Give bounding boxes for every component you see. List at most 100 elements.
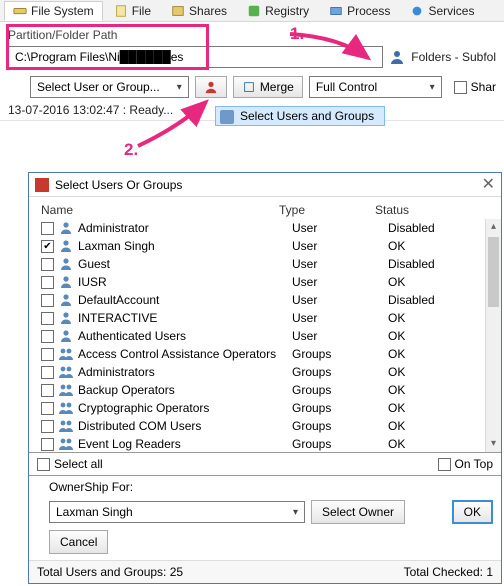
close-button[interactable]: ✕ xyxy=(482,177,495,193)
tab-registry[interactable]: Registry xyxy=(238,1,318,21)
row-checkbox[interactable] xyxy=(41,222,54,235)
list-row[interactable]: AdministratorsGroupsOK xyxy=(41,363,497,381)
list-row[interactable]: GuestUserDisabled xyxy=(41,255,497,273)
row-checkbox[interactable] xyxy=(41,294,54,307)
row-status: Disabled xyxy=(388,221,497,235)
row-type: User xyxy=(292,221,388,235)
row-checkbox[interactable] xyxy=(41,240,54,253)
tab-process[interactable]: Process xyxy=(320,1,399,21)
row-type: User xyxy=(292,311,388,325)
tab-file-system[interactable]: File System xyxy=(4,1,103,21)
share-checkbox[interactable]: Shar xyxy=(454,80,496,94)
total-users-groups: Total Users and Groups: 25 xyxy=(37,565,183,579)
on-top-checkbox[interactable]: On Top xyxy=(438,457,493,471)
share-label: Shar xyxy=(471,80,496,94)
dropdown-select-users-groups[interactable]: Select Users and Groups xyxy=(215,106,385,126)
app-icon xyxy=(35,178,49,192)
list-row[interactable]: Event Log ReadersGroupsOK xyxy=(41,435,497,452)
scroll-down-icon[interactable]: ▾ xyxy=(486,436,501,452)
col-status[interactable]: Status xyxy=(375,203,481,217)
row-status: OK xyxy=(388,311,497,325)
list-row[interactable]: Authenticated UsersUserOK xyxy=(41,327,497,345)
merge-button[interactable]: Merge xyxy=(233,76,303,98)
row-type: User xyxy=(292,293,388,307)
cancel-button[interactable]: Cancel xyxy=(49,530,108,554)
list-row[interactable]: Access Control Assistance OperatorsGroup… xyxy=(41,345,497,363)
vertical-scrollbar[interactable]: ▴ ▾ xyxy=(485,219,501,452)
path-label: Partition/Folder Path xyxy=(8,28,496,42)
row-status: OK xyxy=(388,347,497,361)
group-icon xyxy=(58,365,74,379)
chevron-down-icon: ▾ xyxy=(293,507,298,518)
row-checkbox[interactable] xyxy=(41,384,54,397)
row-status: Disabled xyxy=(388,257,497,271)
row-name: DefaultAccount xyxy=(78,293,292,307)
list-row[interactable]: DefaultAccountUserDisabled xyxy=(41,291,497,309)
ownership-combo[interactable]: Laxman Singh ▾ xyxy=(49,501,305,523)
row-checkbox[interactable] xyxy=(41,348,54,361)
row-checkbox[interactable] xyxy=(41,312,54,325)
row-name: Guest xyxy=(78,257,292,271)
tab-label: File System xyxy=(31,4,94,18)
tab-shares[interactable]: Shares xyxy=(162,1,236,21)
list-row[interactable]: Laxman SinghUserOK xyxy=(41,237,497,255)
dialog-title: Select Users Or Groups xyxy=(55,178,182,192)
group-icon xyxy=(58,401,74,415)
col-name[interactable]: Name xyxy=(41,203,279,217)
row-checkbox[interactable] xyxy=(41,438,54,451)
row-checkbox[interactable] xyxy=(41,366,54,379)
tab-bar: File System File Shares Registry Process… xyxy=(0,0,504,22)
shares-icon xyxy=(171,4,185,18)
user-icon xyxy=(204,80,218,94)
folders-subfolders-button[interactable]: Folders - Subfol xyxy=(411,50,496,64)
row-name: IUSR xyxy=(78,275,292,289)
list-row[interactable]: Backup OperatorsGroupsOK xyxy=(41,381,497,399)
row-status: OK xyxy=(388,329,497,343)
row-name: Administrators xyxy=(78,365,292,379)
ownership-row: OwnerShip For: Laxman Singh ▾ Select Own… xyxy=(29,476,501,560)
select-all-checkbox[interactable]: Select all xyxy=(37,457,103,471)
select-user-group-combo[interactable]: Select User or Group... ▾ xyxy=(30,76,189,98)
row-status: OK xyxy=(388,401,497,415)
select-all-label: Select all xyxy=(54,457,103,471)
scroll-up-icon[interactable]: ▴ xyxy=(486,219,501,235)
user-icon xyxy=(58,239,74,253)
ok-button[interactable]: OK xyxy=(452,500,493,524)
tab-services[interactable]: Services xyxy=(401,1,483,21)
select-owner-button[interactable]: Select Owner xyxy=(311,500,405,524)
row-name: Laxman Singh xyxy=(78,239,292,253)
user-icon xyxy=(58,329,74,343)
user-icon xyxy=(58,221,74,235)
row-checkbox[interactable] xyxy=(41,276,54,289)
tab-label: Shares xyxy=(189,4,227,18)
row-type: Groups xyxy=(292,401,388,415)
gear-icon xyxy=(410,4,424,18)
permission-combo[interactable]: Full Control ▾ xyxy=(309,76,442,98)
row-type: Groups xyxy=(292,437,388,451)
row-checkbox[interactable] xyxy=(41,402,54,415)
list-row[interactable]: IUSRUserOK xyxy=(41,273,497,291)
row-checkbox[interactable] xyxy=(41,330,54,343)
row-checkbox[interactable] xyxy=(41,258,54,271)
col-type[interactable]: Type xyxy=(279,203,375,217)
row-checkbox[interactable] xyxy=(41,420,54,433)
list-row[interactable]: Cryptographic OperatorsGroupsOK xyxy=(41,399,497,417)
list-row[interactable]: AdministratorUserDisabled xyxy=(41,219,497,237)
user-icon xyxy=(58,275,74,289)
row-type: Groups xyxy=(292,383,388,397)
user-icon xyxy=(58,293,74,307)
on-top-label: On Top xyxy=(455,457,493,471)
tab-label: Registry xyxy=(265,4,309,18)
tab-file[interactable]: File xyxy=(105,1,160,21)
chevron-down-icon: ▾ xyxy=(430,82,435,93)
path-input[interactable] xyxy=(8,46,383,68)
list-row[interactable]: Distributed COM UsersGroupsOK xyxy=(41,417,497,435)
row-name: Authenticated Users xyxy=(78,329,292,343)
list-row[interactable]: INTERACTIVEUserOK xyxy=(41,309,497,327)
process-icon xyxy=(329,4,343,18)
scroll-thumb[interactable] xyxy=(488,237,499,307)
row-type: Groups xyxy=(292,419,388,433)
combo-value: Full Control xyxy=(316,80,377,94)
user-picker-button[interactable] xyxy=(195,76,227,98)
combo-value: Laxman Singh xyxy=(56,505,133,519)
